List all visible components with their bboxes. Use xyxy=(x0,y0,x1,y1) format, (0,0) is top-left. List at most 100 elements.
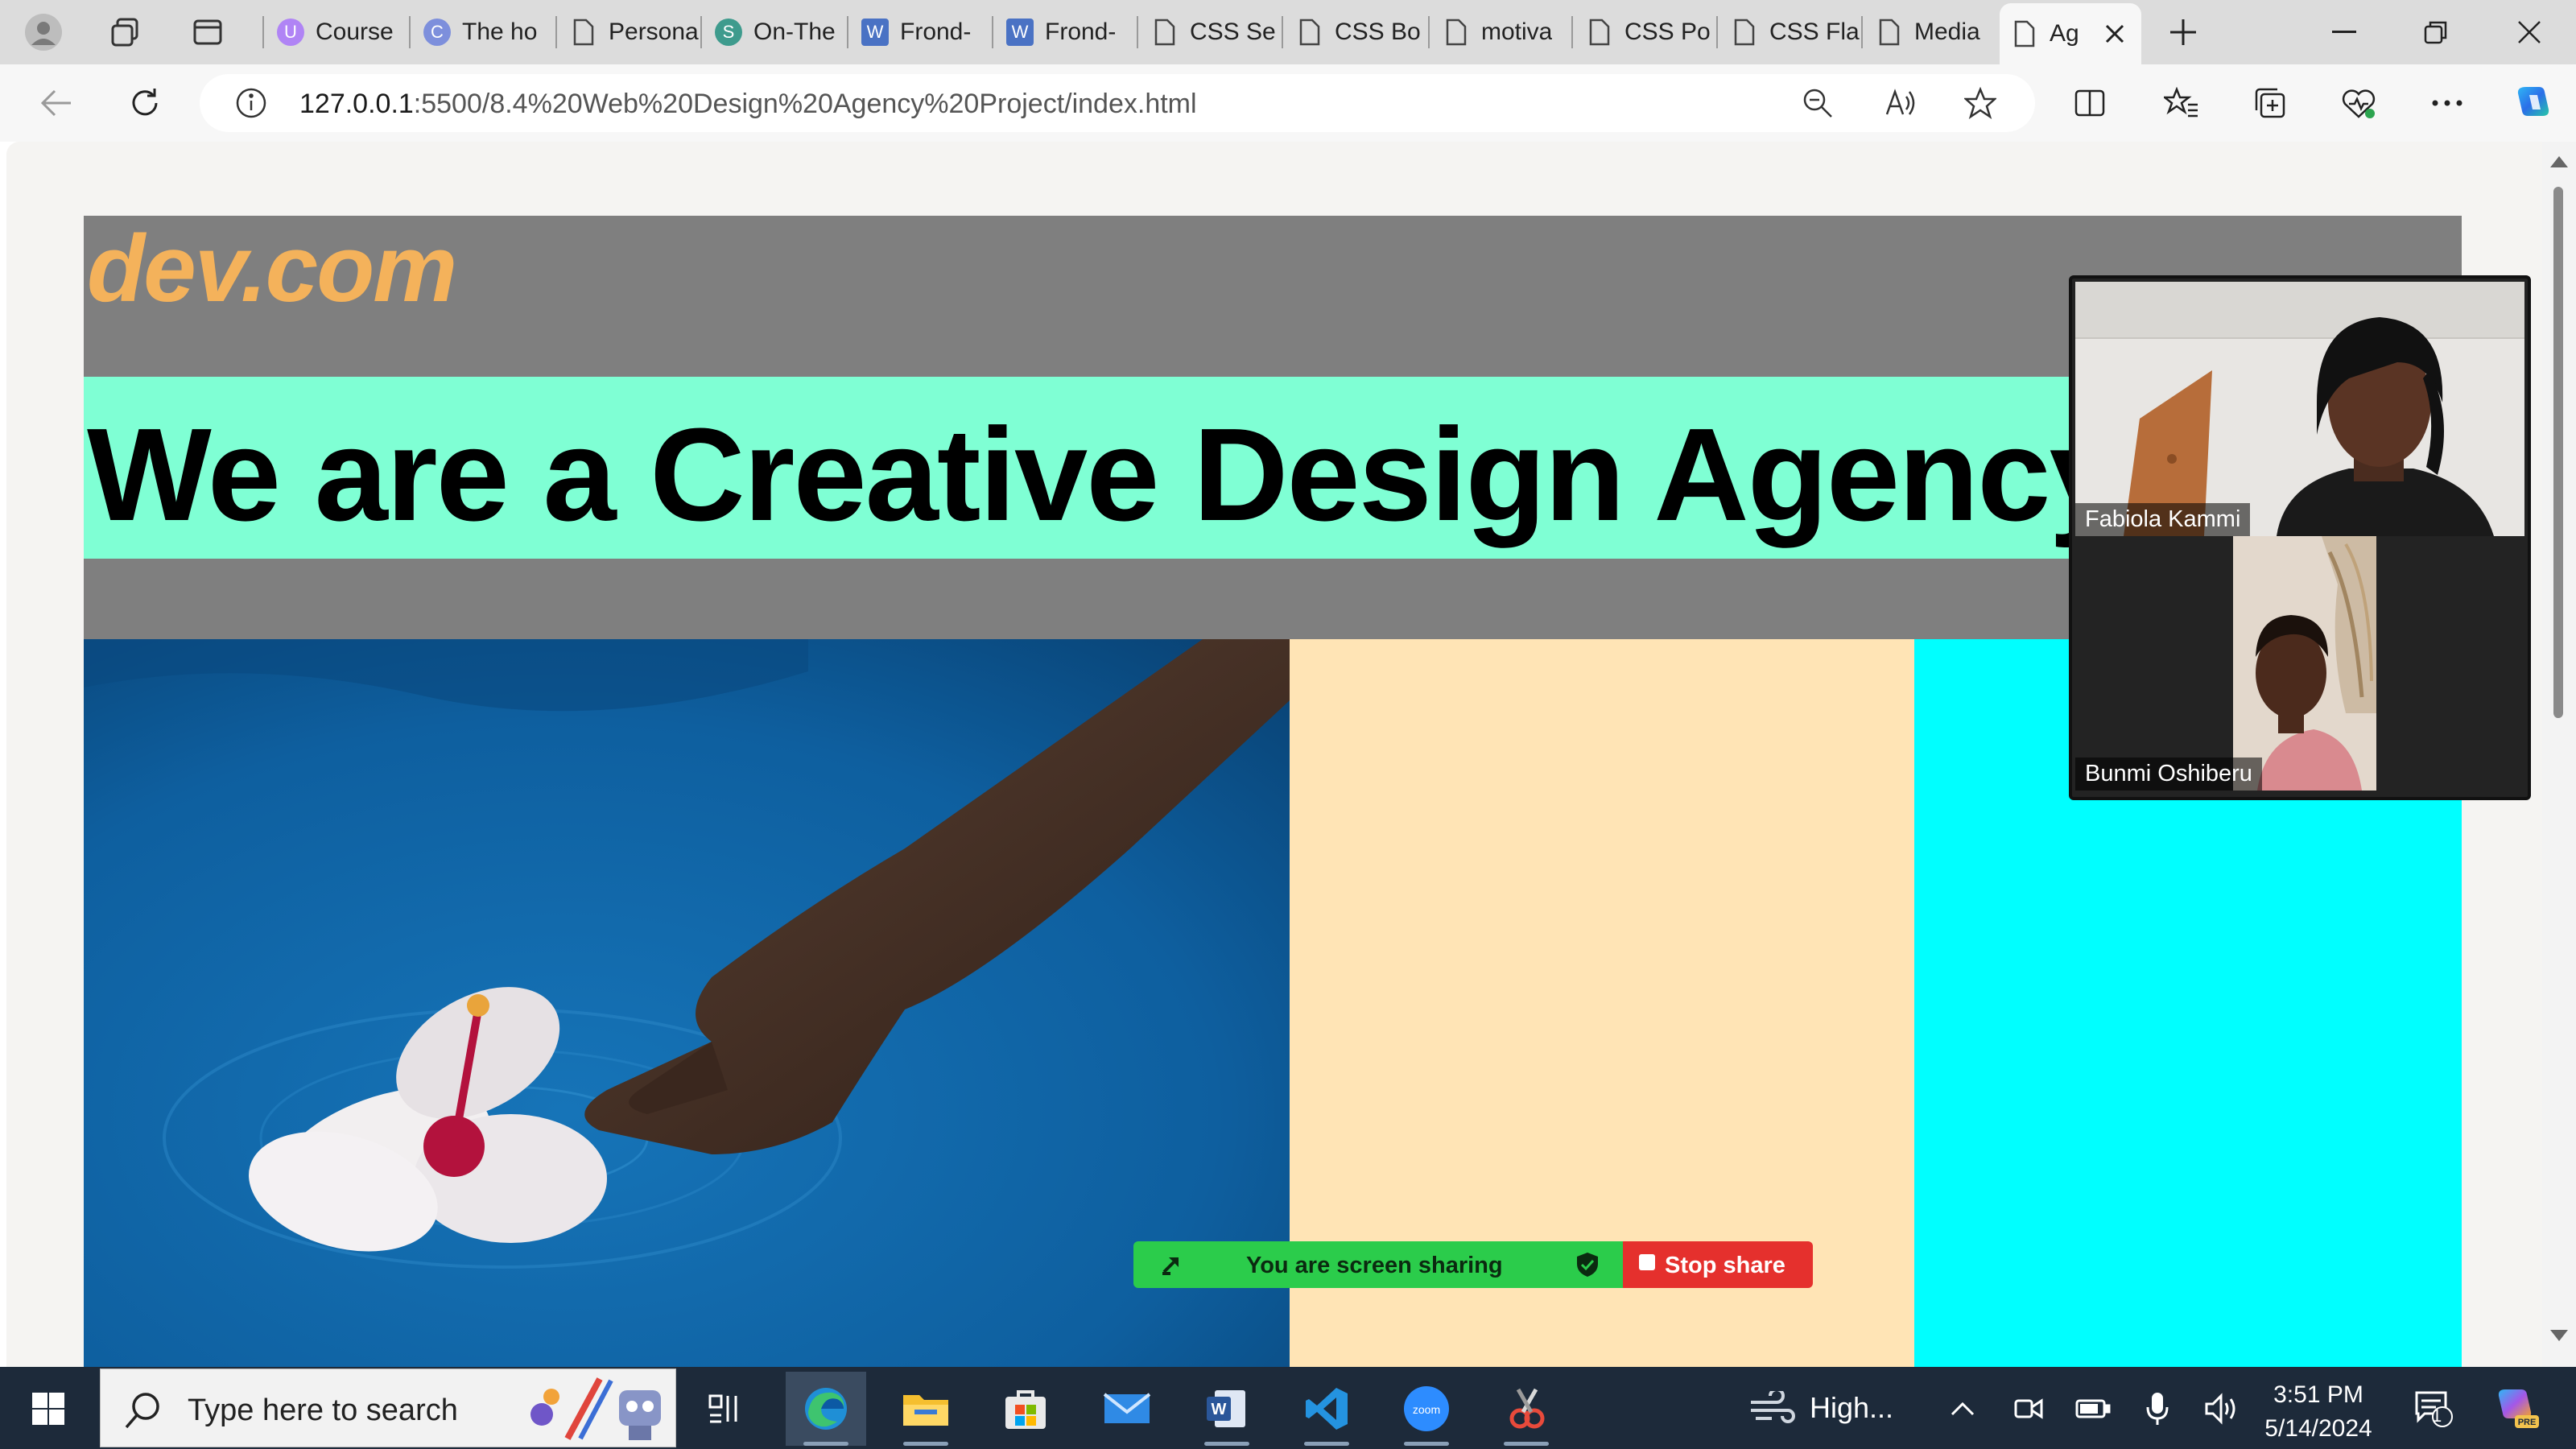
favorite-star-icon[interactable] xyxy=(1963,86,1998,123)
tab-frond-2[interactable]: W Frond- xyxy=(995,6,1135,58)
copilot-icon[interactable] xyxy=(2510,79,2558,127)
stop-share-button[interactable]: Stop share xyxy=(1623,1241,1813,1288)
page-icon xyxy=(570,19,597,46)
active-indicator xyxy=(1504,1442,1549,1446)
battery-icon[interactable] xyxy=(2070,1386,2116,1431)
tab-persona[interactable]: Persona xyxy=(559,6,699,58)
tab-css-po[interactable]: CSS Po xyxy=(1575,6,1715,58)
more-options-icon[interactable] xyxy=(2423,79,2471,127)
tab-frond-1[interactable]: W Frond- xyxy=(850,6,990,58)
page-icon xyxy=(1586,19,1613,46)
browser-toolbar: 127.0.0.1:5500/8.4%20Web%20Design%20Agen… xyxy=(0,64,2576,142)
participant-video-bunmi[interactable] xyxy=(2233,536,2376,791)
weather-wind-icon[interactable] xyxy=(1744,1386,1800,1431)
zoom-out-icon[interactable] xyxy=(1802,87,1834,123)
back-arrow-icon[interactable] xyxy=(32,79,80,127)
share-status[interactable]: You are screen sharing xyxy=(1133,1241,1623,1288)
clock-time: 3:51 PM xyxy=(2273,1381,2363,1408)
page-icon xyxy=(1443,19,1470,46)
zoom-video-panel[interactable]: Fabiola Kammi Bunmi Oshiberu xyxy=(2069,275,2531,800)
share-arrow-icon[interactable] xyxy=(1158,1251,1185,1278)
tab-media[interactable]: Media xyxy=(1864,6,1996,58)
taskbar-search-box[interactable]: Type here to search xyxy=(100,1368,676,1447)
split-screen-icon[interactable] xyxy=(2066,79,2114,127)
search-highlight-icon[interactable] xyxy=(519,1374,672,1443)
snipping-tool-icon[interactable] xyxy=(1486,1372,1567,1446)
tab-separator xyxy=(1571,16,1573,48)
tab-separator xyxy=(1861,16,1863,48)
microphone-icon[interactable] xyxy=(2135,1386,2180,1431)
tab-agency-active[interactable]: Ag xyxy=(2000,3,2141,64)
tab-on-the[interactable]: S On-The xyxy=(704,6,845,58)
scroll-down-icon[interactable] xyxy=(2549,1328,2570,1343)
copilot-c-icon: C xyxy=(423,19,451,46)
volume-icon[interactable] xyxy=(2199,1386,2244,1431)
tab-css-fla[interactable]: CSS Fla xyxy=(1719,6,1860,58)
screen-share-bar[interactable]: You are screen sharing Stop share xyxy=(1133,1241,1813,1288)
site-info-icon[interactable] xyxy=(235,87,267,123)
tab-css-se[interactable]: CSS Se xyxy=(1140,6,1280,58)
copilot-preview-icon[interactable]: PRE xyxy=(2484,1386,2549,1431)
read-aloud-icon[interactable] xyxy=(1884,87,1916,123)
page-icon xyxy=(2011,20,2038,47)
show-hidden-icons-chevron[interactable] xyxy=(1940,1386,1985,1431)
active-indicator xyxy=(903,1442,948,1446)
scroll-thumb[interactable] xyxy=(2553,187,2563,718)
tab-separator xyxy=(1282,16,1283,48)
page-icon xyxy=(1296,19,1323,46)
page-icon xyxy=(1876,19,1903,46)
stop-square-icon xyxy=(1639,1254,1655,1270)
workspaces-icon[interactable] xyxy=(101,8,150,56)
participant-tile-bunmi[interactable]: Bunmi Oshiberu xyxy=(2075,536,2524,797)
tab-course[interactable]: U Course xyxy=(266,6,407,58)
active-indicator xyxy=(1404,1442,1449,1446)
search-icon xyxy=(125,1393,159,1429)
mail-icon[interactable] xyxy=(1087,1372,1167,1446)
edge-taskbar-icon[interactable] xyxy=(786,1372,866,1446)
minimize-icon[interactable] xyxy=(2299,0,2389,64)
scroll-up-icon[interactable] xyxy=(2549,155,2570,169)
refresh-icon[interactable] xyxy=(121,79,169,127)
stop-share-label: Stop share xyxy=(1665,1253,1785,1278)
participant-video-fabiola[interactable]: Fabiola Kammi xyxy=(2075,282,2524,536)
word-icon[interactable]: W xyxy=(1187,1372,1267,1446)
tab-separator xyxy=(1137,16,1138,48)
tab-separator xyxy=(1716,16,1718,48)
windows-start-icon[interactable] xyxy=(8,1372,89,1446)
close-window-icon[interactable] xyxy=(2484,0,2574,64)
system-clock[interactable]: 3:51 PM 5/14/2024 xyxy=(2262,1378,2375,1446)
camera-in-use-icon[interactable] xyxy=(2006,1386,2051,1431)
vscode-icon[interactable] xyxy=(1286,1372,1367,1446)
browser-tab-strip: U Course C The ho Persona S On-The W Fro… xyxy=(0,0,2576,64)
task-view-icon[interactable] xyxy=(684,1372,765,1446)
close-tab-icon[interactable] xyxy=(2104,23,2125,44)
browser-essentials-icon[interactable] xyxy=(2334,79,2383,127)
page-icon xyxy=(1151,19,1179,46)
file-explorer-icon[interactable] xyxy=(886,1372,966,1446)
vertical-tabs-icon[interactable] xyxy=(184,8,232,56)
new-tab-icon[interactable] xyxy=(2159,8,2207,56)
tab-css-bo[interactable]: CSS Bo xyxy=(1285,6,1426,58)
address-bar[interactable]: 127.0.0.1:5500/8.4%20Web%20Design%20Agen… xyxy=(200,74,2035,132)
notification-center-icon[interactable]: 1 xyxy=(2405,1386,2462,1431)
word-doc-icon: W xyxy=(1006,19,1034,46)
weather-text[interactable]: High... xyxy=(1810,1391,1893,1425)
svg-text:zoom: zoom xyxy=(1413,1403,1440,1416)
favorites-icon[interactable] xyxy=(2157,79,2206,127)
collections-icon[interactable] xyxy=(2246,79,2294,127)
profile-icon[interactable] xyxy=(19,8,68,56)
clock-date: 5/14/2024 xyxy=(2264,1415,2372,1442)
tab-motiva[interactable]: motiva xyxy=(1431,6,1570,58)
page-scrollbar[interactable] xyxy=(2542,142,2576,1367)
restore-icon[interactable] xyxy=(2391,0,2481,64)
course-icon: U xyxy=(277,19,304,46)
active-indicator xyxy=(1304,1442,1349,1446)
tab-the-ho[interactable]: C The ho xyxy=(412,6,554,58)
zoom-app-icon[interactable]: zoom xyxy=(1386,1372,1467,1446)
microsoft-store-icon[interactable] xyxy=(985,1372,1066,1446)
hero-headline: We are a Creative Design Agency xyxy=(87,401,2123,548)
site-logo[interactable]: dev.com xyxy=(87,214,457,324)
tab-separator xyxy=(1428,16,1430,48)
notification-count: 1 xyxy=(2432,1406,2442,1426)
url-text[interactable]: 127.0.0.1:5500/8.4%20Web%20Design%20Agen… xyxy=(299,89,1197,120)
